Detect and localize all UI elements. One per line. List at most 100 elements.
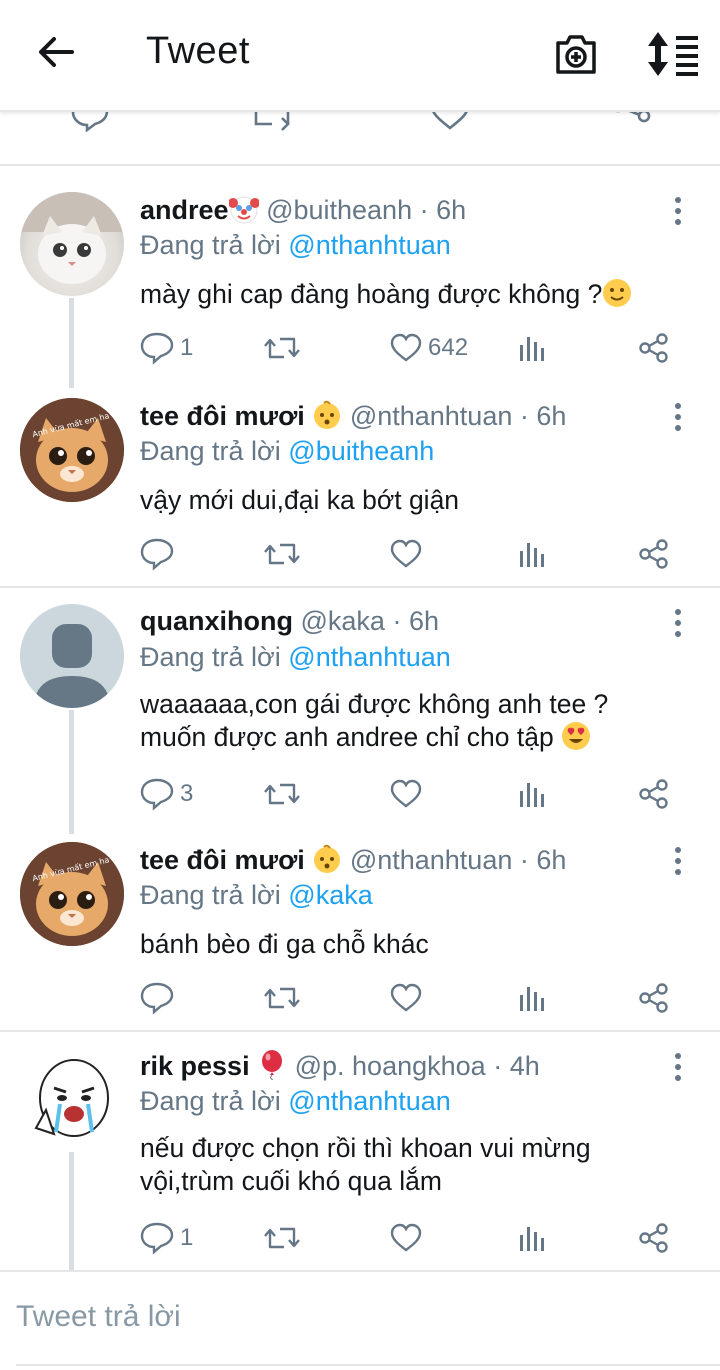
analytics-button[interactable] (516, 1218, 546, 1258)
timestamp: 6h (436, 195, 467, 225)
more-options-icon[interactable] (668, 608, 688, 638)
orange-cat-avatar-image: Anh vừa mất em ha (20, 398, 124, 502)
user-handle[interactable]: @nthanhtuan (350, 401, 513, 431)
analytics-button[interactable] (516, 328, 546, 368)
share-button[interactable] (638, 1218, 670, 1258)
like-icon (390, 333, 422, 362)
retweet-icon[interactable] (252, 110, 292, 132)
tweet-text-line: waaaaaa,con gái được không anh tee ? (140, 689, 609, 719)
analytics-button[interactable] (516, 534, 546, 574)
like-button[interactable] (390, 534, 422, 574)
mention-link[interactable]: @nthanhtuan (288, 230, 451, 260)
avatar[interactable]: Anh vừa mất em ha (20, 398, 124, 502)
timestamp: 6h (536, 845, 567, 875)
tweet-text-line: muốn được anh andree chỉ cho tập (140, 722, 554, 752)
reply-button[interactable]: 1 (140, 1218, 193, 1258)
replying-to: Đang trả lời @nthanhtuan (140, 1086, 451, 1117)
replying-to-label: Đang trả lời (140, 436, 281, 466)
back-arrow-icon[interactable] (34, 30, 78, 74)
like-button[interactable]: 642 (390, 328, 468, 368)
reply-icon[interactable] (70, 110, 110, 132)
reply-icon (140, 538, 174, 571)
replying-to-label: Đang trả lời (140, 642, 281, 672)
reply-input[interactable]: Tweet trả lời (16, 1300, 181, 1334)
user-handle[interactable]: @kaka (301, 606, 385, 636)
analytics-button[interactable] (516, 978, 546, 1018)
like-icon (390, 539, 422, 568)
like-button[interactable] (390, 978, 422, 1018)
dot-separator: · (419, 195, 429, 225)
mention-link[interactable]: @kaka (288, 880, 372, 910)
retweet-icon (264, 337, 300, 359)
input-underline (16, 1364, 720, 1366)
user-handle[interactable]: @buitheanh (266, 195, 412, 225)
dot-separator: · (493, 1051, 503, 1081)
reply-button[interactable] (140, 534, 174, 574)
reply-button[interactable] (140, 978, 174, 1018)
share-button[interactable] (638, 534, 670, 574)
parent-tweet-actions (0, 110, 720, 166)
like-count: 642 (428, 334, 469, 361)
reply-button[interactable]: 3 (140, 774, 193, 814)
tweet-text-line: nếu được chọn rồi thì khoan vui mừng (140, 1133, 591, 1163)
like-icon (390, 983, 422, 1012)
display-name[interactable]: rik pessi (140, 1051, 250, 1081)
retweet-button[interactable] (262, 774, 302, 814)
tweet-text: bánh bèo đi ga chỗ khác (140, 928, 680, 961)
tweet-text: nếu được chọn rồi thì khoan vui mừng vội… (140, 1132, 680, 1198)
sort-replies-icon[interactable] (644, 30, 700, 78)
retweet-button[interactable] (262, 328, 302, 368)
more-options-icon[interactable] (668, 402, 688, 432)
replying-to: Đang trả lời @nthanhtuan (140, 230, 451, 261)
analytics-button[interactable] (516, 774, 546, 814)
tweet-actions: 1 642 (140, 328, 680, 368)
camera-add-icon[interactable] (552, 30, 600, 78)
mention-link[interactable]: @nthanhtuan (288, 1086, 451, 1116)
display-name[interactable]: andree (140, 195, 229, 225)
more-options-icon[interactable] (668, 196, 688, 226)
tweet-actions: 1 (140, 1218, 680, 1258)
avatar[interactable] (20, 1048, 124, 1152)
share-icon (639, 779, 668, 809)
share-button[interactable] (638, 328, 670, 368)
timestamp: 6h (536, 401, 567, 431)
display-name[interactable]: quanxihong (140, 606, 293, 636)
share-button[interactable] (638, 978, 670, 1018)
default-avatar[interactable] (20, 604, 124, 708)
retweet-button[interactable] (262, 978, 302, 1018)
avatar[interactable] (20, 192, 124, 296)
share-button[interactable] (638, 774, 670, 814)
mention-link[interactable]: @buitheanh (288, 436, 434, 466)
tweet-text: waaaaaa,con gái được không anh tee ? muố… (140, 688, 680, 754)
reply-icon (140, 1222, 174, 1255)
retweet-button[interactable] (262, 1218, 302, 1258)
user-handle[interactable]: @nthanhtuan (350, 845, 513, 875)
tweet-actions: 3 (140, 774, 680, 814)
more-options-icon[interactable] (668, 1052, 688, 1082)
like-icon (390, 779, 422, 808)
analytics-icon (520, 987, 544, 1011)
more-options-icon[interactable] (668, 846, 688, 876)
timestamp: 4h (509, 1051, 540, 1081)
analytics-icon (520, 783, 544, 807)
avatar[interactable]: Anh vừa mất em ha (20, 842, 124, 946)
retweet-icon (264, 987, 300, 1009)
like-button[interactable] (390, 1218, 422, 1258)
share-icon[interactable] (610, 110, 654, 136)
display-name[interactable]: tee đôi mươi (140, 845, 305, 875)
top-app-bar: Tweet (0, 0, 720, 112)
reply-button[interactable]: 1 (140, 328, 193, 368)
retweet-button[interactable] (262, 534, 302, 574)
heart-eyes-emoji-icon (562, 722, 591, 750)
dot-separator: · (519, 845, 529, 875)
mention-link[interactable]: @nthanhtuan (288, 642, 451, 672)
display-name[interactable]: tee đôi mươi (140, 401, 305, 431)
share-icon (639, 1223, 668, 1253)
like-button[interactable] (390, 774, 422, 814)
user-handle[interactable]: @p. hoangkhoa (295, 1051, 486, 1081)
reply-count: 1 (180, 334, 194, 361)
dot-separator: · (392, 606, 402, 636)
like-icon[interactable] (430, 110, 470, 132)
thread-connector (69, 710, 74, 834)
replying-to: Đang trả lời @buitheanh (140, 436, 434, 467)
